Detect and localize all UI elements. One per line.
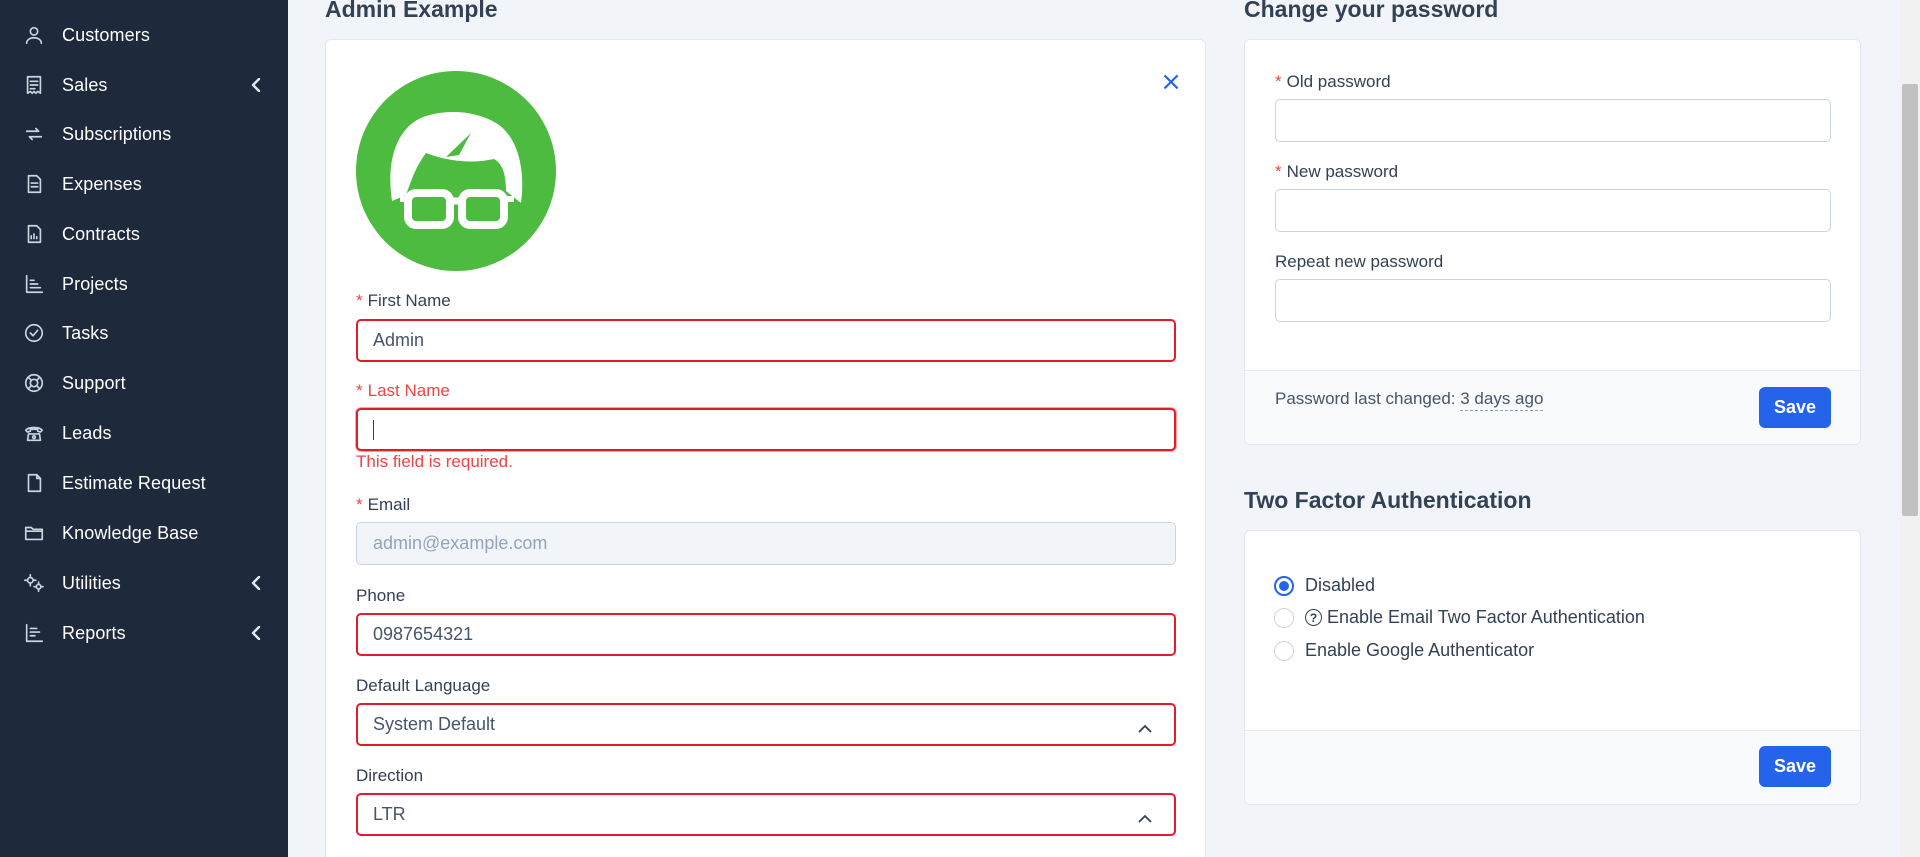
sidebar-item-label: Expenses xyxy=(62,173,142,194)
telephone-icon xyxy=(22,422,46,444)
lifebuoy-icon xyxy=(22,372,46,394)
two-factor-card-footer: Save xyxy=(1245,730,1860,804)
last-name-input[interactable] xyxy=(356,408,1176,451)
email-field[interactable]: admin@example.com xyxy=(356,522,1176,565)
repeat-icon xyxy=(22,123,46,145)
radio-button[interactable] xyxy=(1274,640,1294,661)
sidebar-item-label: Projects xyxy=(62,273,128,294)
sidebar-item-knowledge-base[interactable]: Knowledge Base xyxy=(0,511,288,555)
sidebar-item-leads[interactable]: Leads xyxy=(0,411,288,455)
sidebar-item-label: Support xyxy=(62,372,126,393)
chart-bars-icon xyxy=(22,622,46,644)
document-text-icon xyxy=(22,173,46,195)
sidebar-item-label: Tasks xyxy=(62,322,109,343)
two-factor-heading: Two Factor Authentication xyxy=(1244,487,1532,513)
phone-label: Phone xyxy=(356,586,406,605)
password-heading: Change your password xyxy=(1244,0,1499,22)
sidebar-item-customers[interactable]: Customers xyxy=(0,13,288,57)
radio-button[interactable] xyxy=(1274,575,1294,596)
repeat-password-input[interactable] xyxy=(1275,279,1831,322)
sidebar-item-support[interactable]: Support xyxy=(0,361,288,405)
folder-icon xyxy=(22,522,46,544)
sidebar-item-label: Customers xyxy=(62,24,150,45)
sidebar-item-tasks[interactable]: Tasks xyxy=(0,311,288,355)
scrollbar-thumb[interactable] xyxy=(1902,84,1918,516)
old-password-label: * Old password xyxy=(1275,72,1391,91)
radio-button[interactable] xyxy=(1274,607,1294,628)
old-password-input[interactable] xyxy=(1275,99,1831,142)
password-card: * Old password * New password Repeat new p… xyxy=(1244,39,1861,445)
chevron-up-icon xyxy=(1138,719,1152,733)
sidebar-item-label: Estimate Request xyxy=(62,472,206,493)
question-circle-icon: ? xyxy=(1305,609,1322,626)
two-factor-option-disabled[interactable]: Disabled xyxy=(1274,575,1375,596)
sidebar-item-label: Leads xyxy=(62,422,112,443)
close-button[interactable]: × xyxy=(1160,69,1182,95)
sidebar-item-label: Knowledge Base xyxy=(62,522,199,543)
password-card-footer: Password last changed: 3 days ago Save xyxy=(1245,370,1860,444)
sidebar-item-label: Utilities xyxy=(62,572,121,593)
sidebar-item-contracts[interactable]: Contracts xyxy=(0,212,288,256)
profile-card: × * First Name Admin * Last Name This fiel… xyxy=(325,39,1206,857)
two-factor-option-google[interactable]: Enable Google Authenticator xyxy=(1274,640,1534,661)
receipt-icon xyxy=(22,74,46,96)
sidebar-item-label: Sales xyxy=(62,74,108,95)
first-name-input[interactable]: Admin xyxy=(356,319,1176,362)
default-language-select[interactable]: System Default xyxy=(356,703,1176,746)
check-circle-icon xyxy=(22,322,46,344)
new-password-input[interactable] xyxy=(1275,189,1831,232)
first-name-label: * First Name xyxy=(356,291,451,310)
two-factor-card: Disabled ? Enable Email Two Factor Authe… xyxy=(1244,530,1861,805)
sidebar-item-label: Contracts xyxy=(62,223,140,244)
direction-select[interactable]: LTR xyxy=(356,793,1176,836)
phone-input[interactable]: 0987654321 xyxy=(356,613,1176,656)
bar-chart-icon xyxy=(22,273,46,295)
avatar xyxy=(356,71,556,271)
password-last-changed: Password last changed: 3 days ago xyxy=(1275,389,1544,411)
user-icon xyxy=(22,24,46,46)
password-last-changed-value: 3 days ago xyxy=(1460,389,1544,411)
cogs-icon xyxy=(22,572,46,594)
sidebar-item-label: Reports xyxy=(62,622,126,643)
email-label: * Email xyxy=(356,495,411,514)
save-two-factor-button[interactable]: Save xyxy=(1759,746,1831,787)
document-icon xyxy=(22,472,46,494)
repeat-password-label: Repeat new password xyxy=(1275,252,1444,271)
chevron-left-icon xyxy=(248,77,264,93)
last-name-label: * Last Name xyxy=(356,381,450,400)
sidebar-item-subscriptions[interactable]: Subscriptions xyxy=(0,112,288,156)
chevron-up-icon xyxy=(1138,809,1152,823)
save-password-button[interactable]: Save xyxy=(1759,387,1831,428)
sidebar-item-projects[interactable]: Projects xyxy=(0,262,288,306)
text-caret xyxy=(373,419,374,440)
sidebar-item-utilities[interactable]: Utilities xyxy=(0,561,288,605)
sidebar-item-estimate-request[interactable]: Estimate Request xyxy=(0,461,288,505)
sidebar-item-expenses[interactable]: Expenses xyxy=(0,162,288,206)
last-name-error: This field is required. xyxy=(356,452,513,471)
document-chart-icon xyxy=(22,223,46,245)
profile-heading: Admin Example xyxy=(325,0,498,22)
direction-label: Direction xyxy=(356,766,424,785)
sidebar-item-label: Subscriptions xyxy=(62,123,172,144)
chevron-left-icon xyxy=(248,575,264,591)
chevron-left-icon xyxy=(248,625,264,641)
default-language-label: Default Language xyxy=(356,676,491,695)
sidebar: Customers Sales Subscriptions Expenses C… xyxy=(0,0,288,857)
two-factor-option-email[interactable]: ? Enable Email Two Factor Authentication xyxy=(1274,607,1645,628)
sidebar-item-sales[interactable]: Sales xyxy=(0,63,288,107)
sidebar-item-reports[interactable]: Reports xyxy=(0,611,288,655)
new-password-label: * New password xyxy=(1275,162,1399,181)
